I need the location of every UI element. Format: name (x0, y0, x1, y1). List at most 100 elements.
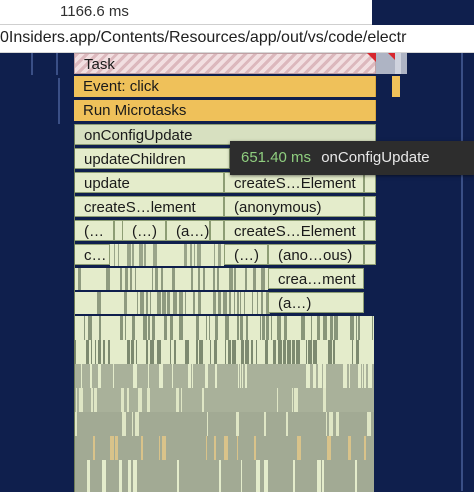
call-sliver (261, 268, 265, 290)
call-sliver (301, 316, 305, 340)
flame-dense-calls[interactable] (74, 436, 374, 460)
call-sliver (241, 460, 242, 492)
flame-task[interactable]: Task (74, 53, 376, 74)
flame-call[interactable]: (…) (224, 244, 268, 265)
flame-dense-calls[interactable] (74, 388, 374, 412)
call-sliver (358, 364, 361, 388)
call-sliver (283, 340, 286, 364)
call-sliver (198, 268, 200, 290)
flame-create-element-label: createS…Element (234, 175, 356, 192)
call-sliver (323, 316, 327, 340)
call-sliver (159, 364, 163, 388)
flame-dense-calls[interactable] (110, 244, 224, 266)
url-text: 0Insiders.app/Contents/Resources/app/out… (0, 29, 407, 46)
flame-dense-calls[interactable] (74, 292, 270, 314)
call-sliver (333, 340, 335, 364)
flame-create-element[interactable]: createS…lement (74, 196, 224, 217)
flame-block[interactable] (364, 244, 376, 265)
call-sliver (170, 340, 171, 364)
call-sliver (328, 340, 332, 364)
flame-dense-calls[interactable] (74, 364, 374, 388)
flame-call[interactable]: c… (74, 244, 110, 265)
call-sliver (76, 388, 77, 412)
call-sliver (137, 292, 138, 314)
flame-call[interactable]: (…) (122, 220, 166, 241)
flame-create-element[interactable]: createS…Element (224, 172, 364, 193)
call-sliver (356, 316, 357, 340)
event-tail[interactable] (392, 76, 400, 97)
call-sliver (219, 460, 221, 492)
flame-run-microtasks[interactable]: Run Microtasks (74, 100, 376, 121)
call-sliver (236, 412, 239, 436)
call-sliver (94, 388, 97, 412)
call-sliver (179, 292, 183, 314)
call-sliver (205, 364, 208, 388)
call-sliver (146, 340, 148, 364)
call-sliver (127, 244, 131, 266)
flame-create-element[interactable]: createS…Element (224, 220, 364, 241)
call-sliver (91, 340, 92, 364)
flame-dense-calls[interactable] (74, 268, 268, 290)
call-sliver (271, 316, 272, 340)
call-sliver (242, 364, 243, 388)
flame-block[interactable] (364, 172, 376, 193)
call-sliver (343, 364, 347, 388)
flame-dense-calls[interactable] (74, 316, 374, 340)
call-sliver (78, 268, 81, 290)
call-sliver (144, 244, 146, 266)
call-sliver (306, 340, 307, 364)
flame-event-click[interactable]: Event: click (74, 76, 376, 97)
call-sliver (215, 316, 218, 340)
flame-on-config-update-label: onConfigUpdate (84, 127, 193, 144)
call-sliver (184, 244, 187, 266)
flame-block[interactable] (364, 196, 376, 217)
call-sliver (167, 292, 170, 314)
flame-anonymous[interactable]: (anonymous) (224, 196, 364, 217)
call-sliver (159, 436, 160, 460)
flame-call[interactable]: (a…) (268, 292, 364, 313)
flame-update[interactable]: update (74, 172, 224, 193)
call-sliver (127, 340, 130, 364)
call-sliver (157, 340, 161, 364)
call-sliver (133, 460, 137, 492)
flame-update-children-label: updateChildren (84, 151, 186, 168)
call-sliver (192, 364, 193, 388)
flame-dense-calls[interactable] (74, 340, 374, 364)
call-sliver (327, 436, 331, 460)
call-sliver (141, 436, 143, 460)
call-sliver (138, 388, 142, 412)
flame-anonymous[interactable]: (ano…ous) (268, 244, 364, 265)
call-sliver (322, 460, 324, 492)
call-sliver (265, 340, 268, 364)
call-sliver (297, 436, 301, 460)
call-sliver (313, 364, 316, 388)
flame-block[interactable] (364, 220, 376, 241)
flame-call[interactable]: (a…) (166, 220, 210, 241)
call-sliver (128, 460, 131, 492)
flame-dense-calls[interactable] (74, 460, 374, 492)
call-sliver (139, 244, 143, 266)
call-sliver (334, 316, 338, 340)
call-sliver (86, 340, 89, 364)
flame-run-microtasks-label: Run Microtasks (83, 102, 187, 119)
flame-call-label: (…) (132, 223, 157, 240)
call-sliver (110, 436, 114, 460)
call-sliver (93, 436, 95, 460)
call-sliver (199, 340, 203, 364)
flame-dense-calls[interactable] (74, 412, 374, 436)
call-sliver (215, 364, 217, 388)
flame-block[interactable] (210, 220, 224, 241)
flame-create-element[interactable]: crea…ment (268, 268, 364, 289)
task-tail[interactable] (395, 53, 401, 74)
call-sliver (260, 316, 261, 340)
call-sliver (143, 316, 147, 340)
call-sliver (256, 340, 257, 364)
call-sliver (313, 340, 317, 364)
call-sliver (121, 388, 124, 412)
flame-update-children[interactable]: updateChildren (74, 148, 230, 169)
call-sliver (74, 340, 76, 364)
flame-create-element-label: crea…ment (278, 271, 356, 288)
call-sliver (181, 388, 182, 412)
flame-event-click-label: Event: click (83, 78, 159, 95)
flame-call[interactable]: (… (74, 220, 114, 241)
